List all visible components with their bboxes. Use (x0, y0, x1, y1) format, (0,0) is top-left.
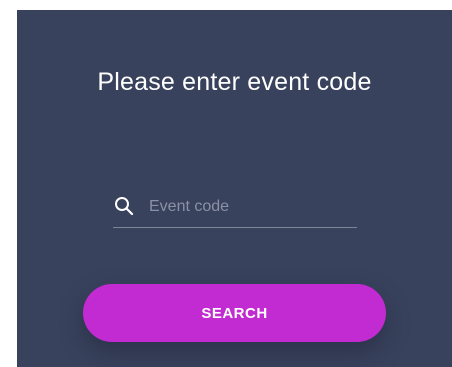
event-code-field[interactable] (113, 192, 357, 228)
page-title: Please enter event code (97, 68, 372, 96)
search-icon (114, 196, 134, 216)
search-button[interactable]: SEARCH (83, 284, 386, 342)
event-code-screen: Please enter event code SEARCH (17, 10, 452, 367)
event-code-input[interactable] (149, 193, 349, 221)
